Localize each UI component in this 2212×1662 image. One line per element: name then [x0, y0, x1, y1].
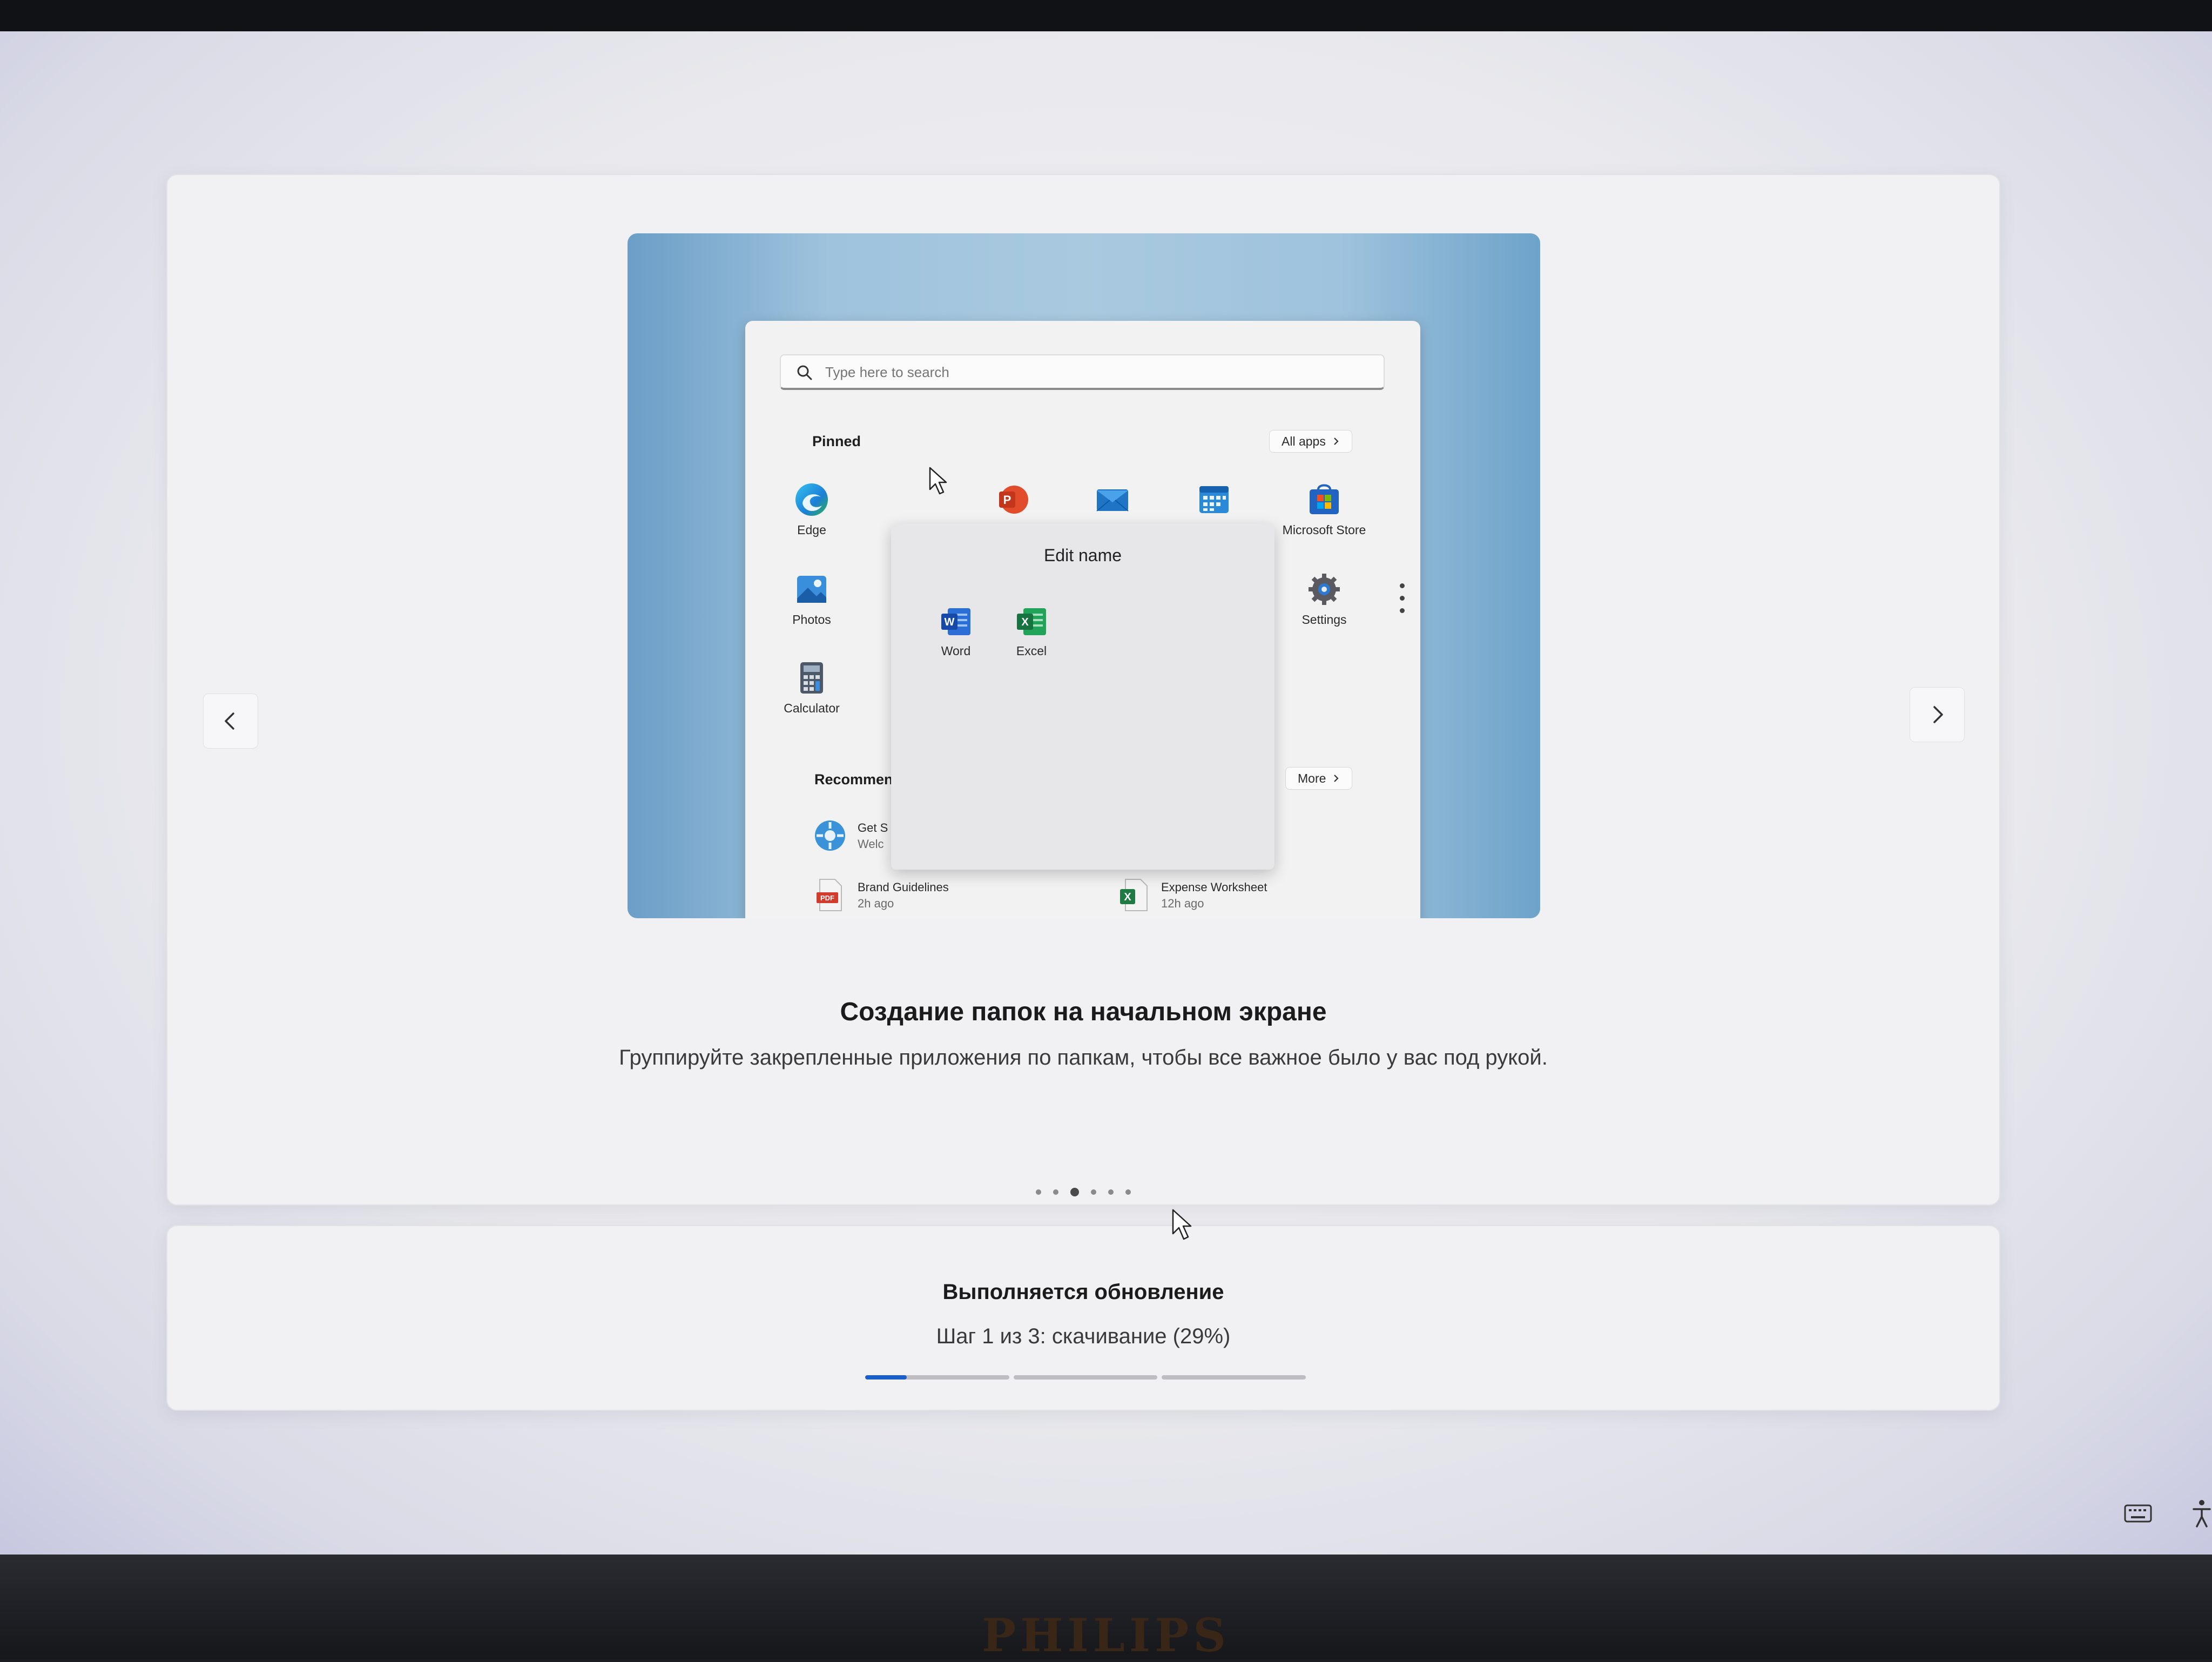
- recommended-item: PDF Brand Guidelines 2h ago: [812, 877, 949, 916]
- update-step-text: Шаг 1 из 3: скачивание (29%): [936, 1324, 1231, 1348]
- svg-text:PDF: PDF: [820, 894, 834, 902]
- progress-segment: [865, 1375, 1009, 1380]
- pinned-app-mail: [1075, 481, 1150, 519]
- app-label: Excel: [1016, 644, 1047, 658]
- pinned-app-edge: Edge: [774, 481, 849, 537]
- progress-segment: [1162, 1375, 1306, 1380]
- svg-text:P: P: [1003, 493, 1011, 507]
- carousel-pager: [167, 1188, 1999, 1196]
- recommended-item: X Expense Worksheet 12h ago: [1116, 877, 1267, 916]
- pinned-app-photos: Photos: [774, 570, 849, 627]
- calculator-icon: [800, 662, 823, 694]
- recommended-item-subtitle: 12h ago: [1161, 897, 1204, 910]
- previous-slide-button[interactable]: [203, 694, 258, 749]
- monitor-bezel-top: [0, 0, 2212, 33]
- feature-carousel-card: Pinned All apps Edge P: [166, 174, 2000, 1206]
- recommended-item-subtitle: Welc: [858, 837, 884, 851]
- setup-screen: Pinned All apps Edge P: [0, 31, 2212, 1555]
- monitor-brand-logo: PHILIPS: [981, 1609, 1230, 1662]
- folder-name-field: Edit name: [1043, 546, 1122, 565]
- pager-dot[interactable]: [1036, 1189, 1041, 1195]
- pinned-app-calendar: [1176, 481, 1252, 519]
- feature-illustration: Pinned All apps Edge P: [628, 233, 1540, 918]
- get-started-icon: [815, 820, 845, 851]
- pager-dot[interactable]: [1125, 1189, 1131, 1195]
- slide-description: Группируйте закрепленные приложения по п…: [619, 1046, 1548, 1069]
- search-icon: [797, 365, 812, 380]
- powerpoint-icon: P: [999, 486, 1028, 514]
- chevron-right-icon: [1933, 706, 1943, 723]
- recommended-item: Get S Welc: [812, 818, 888, 856]
- excel-file-icon: X: [1120, 879, 1148, 911]
- start-search-box: [780, 354, 1385, 390]
- pinned-app-microsoft-store: Microsoft Store: [1281, 481, 1367, 537]
- start-menu-preview: Pinned All apps Edge P: [745, 321, 1420, 918]
- pdf-file-icon: PDF: [817, 879, 842, 911]
- recommended-heading: Recommen: [814, 771, 893, 788]
- folder-app-word: W Word: [918, 604, 994, 658]
- excel-icon: X: [1017, 608, 1046, 635]
- mouse-pointer-icon: [1172, 1209, 1192, 1240]
- chevron-left-icon: [225, 712, 234, 730]
- recommended-item-title: Expense Worksheet: [1161, 880, 1267, 894]
- progress-segment: [1013, 1375, 1158, 1380]
- app-label: Calculator: [784, 701, 840, 715]
- pager-dot[interactable]: [1108, 1189, 1114, 1195]
- update-status-title: Выполняется обновление: [942, 1280, 1224, 1304]
- svg-text:X: X: [1021, 616, 1029, 628]
- more-label: More: [1298, 771, 1326, 785]
- app-label: Microsoft Store: [1282, 523, 1366, 537]
- pager-dot[interactable]: [1091, 1189, 1096, 1195]
- progress-fill: [865, 1375, 907, 1380]
- settings-icon: [1309, 574, 1340, 605]
- word-icon: W: [941, 608, 970, 635]
- keyboard-icon[interactable]: [2123, 1503, 2153, 1524]
- recommended-item-title: Get S: [858, 821, 888, 835]
- more-button: More: [1285, 767, 1353, 790]
- all-apps-button: All apps: [1269, 430, 1352, 453]
- recommended-item-subtitle: 2h ago: [858, 897, 894, 910]
- app-label: Edge: [797, 523, 826, 537]
- photos-icon: [797, 576, 826, 603]
- pager-dot[interactable]: [1053, 1189, 1058, 1195]
- edge-icon: [795, 483, 828, 516]
- mouse-pointer-icon: [929, 467, 947, 495]
- svg-text:X: X: [1124, 891, 1131, 903]
- calendar-icon: [1199, 486, 1229, 513]
- app-label: Settings: [1301, 613, 1347, 627]
- next-slide-button[interactable]: [1910, 687, 1965, 742]
- pinned-heading: Pinned: [812, 433, 861, 449]
- all-apps-label: All apps: [1282, 434, 1326, 448]
- pinned-app-calculator: Calculator: [774, 659, 849, 716]
- accessibility-icon[interactable]: [2191, 1498, 2212, 1529]
- folder-popup: Edit name W Word X Excel: [891, 524, 1274, 870]
- app-label: Word: [941, 644, 971, 658]
- folder-app-excel: X Excel: [994, 604, 1069, 658]
- recommended-item-title: Brand Guidelines: [858, 880, 949, 894]
- update-status-card: Выполняется обновление Шаг 1 из 3: скачи…: [166, 1225, 2000, 1411]
- update-progress-bar: [865, 1375, 1306, 1380]
- slide-title: Создание папок на начальном экране: [840, 998, 1327, 1026]
- store-icon: [1310, 484, 1339, 514]
- mail-icon: [1096, 489, 1129, 512]
- chevron-right-icon: [1334, 775, 1339, 782]
- pager-dot-active[interactable]: [1070, 1188, 1079, 1196]
- svg-text:W: W: [945, 616, 955, 628]
- start-search-input: [824, 361, 1312, 383]
- pinned-app-settings: Settings: [1286, 570, 1362, 627]
- pinned-app-powerpoint: P: [974, 481, 1049, 519]
- more-pages-dots-icon: [1400, 583, 1406, 621]
- app-label: Photos: [792, 613, 831, 627]
- chevron-right-icon: [1334, 438, 1339, 445]
